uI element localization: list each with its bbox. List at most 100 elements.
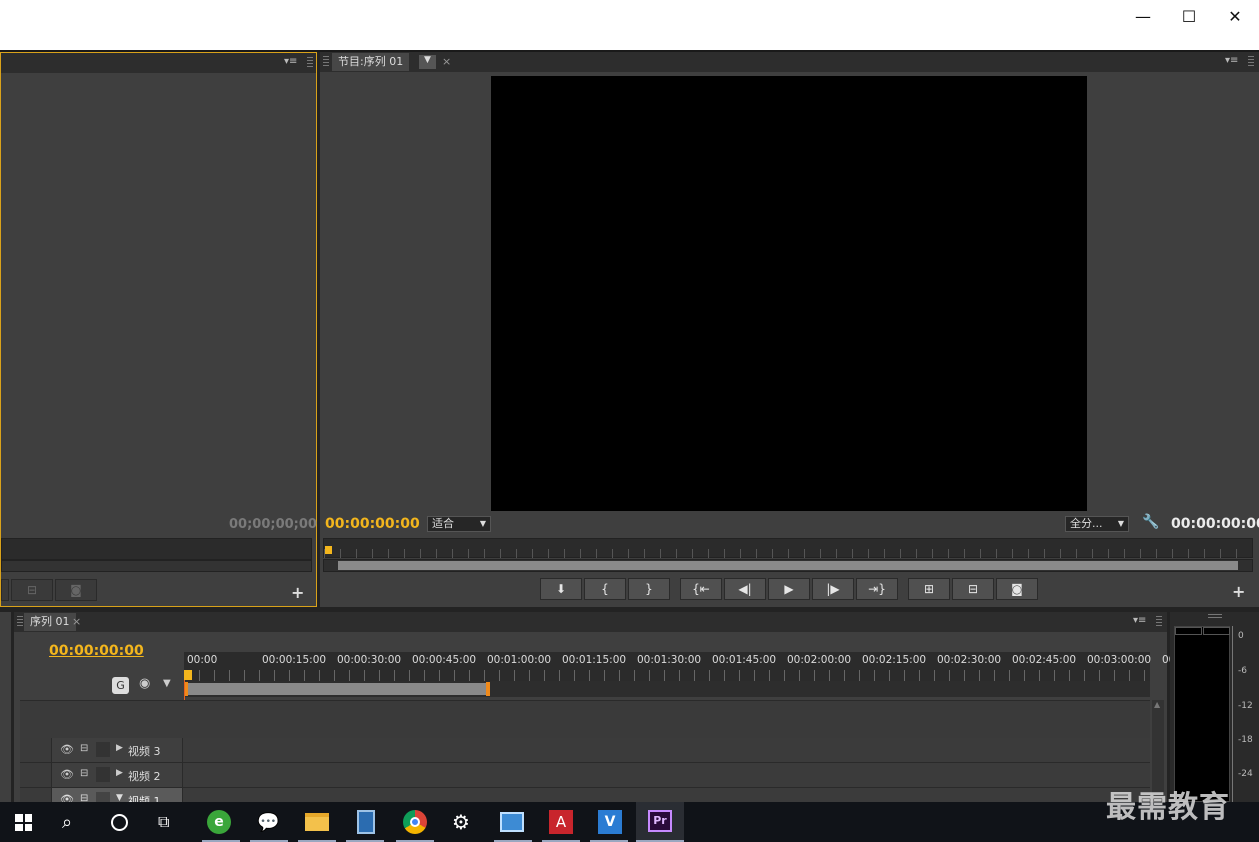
link-marker-icon[interactable]: ◉ — [139, 676, 150, 691]
track-content[interactable] — [182, 763, 1150, 787]
search-icon[interactable]: ⌕ — [62, 812, 72, 833]
add-marker-button[interactable]: ⬇ — [540, 578, 582, 600]
go-to-in-button[interactable]: {⇤ — [680, 578, 722, 600]
meter-scale-line — [1232, 626, 1233, 802]
panel-menu-icon[interactable]: ▾≡ — [284, 56, 297, 67]
source-overwrite-button[interactable]: ⊟ — [11, 579, 53, 601]
track-row: 👁 ⊟ ▶ 视频 2 — [20, 763, 1150, 788]
visio-icon[interactable]: V — [598, 810, 622, 834]
snap-icon[interactable]: G — [112, 677, 129, 694]
mark-out-button[interactable]: } — [628, 578, 670, 600]
eye-icon[interactable]: 👁 — [60, 768, 74, 781]
play-button[interactable]: ▶ — [768, 578, 810, 600]
track-lock-area[interactable] — [20, 738, 52, 762]
ruler-tick-label: 00:00 — [187, 654, 218, 666]
ruler-tick-label: 00:01:45:00 — [712, 654, 777, 666]
track-target-box[interactable] — [96, 767, 110, 782]
source-scrollbar[interactable] — [1, 560, 312, 572]
work-area-end-handle[interactable] — [486, 682, 490, 696]
playback-resolution-dropdown[interactable]: 全分... ▼ — [1065, 516, 1129, 532]
meter-peak-left[interactable] — [1175, 627, 1202, 635]
ruler-ticks — [324, 549, 1252, 558]
work-area-bar[interactable] — [184, 681, 1150, 697]
camera-icon[interactable]: ◙ — [55, 579, 97, 601]
program-zoom-scrollbar[interactable] — [323, 559, 1253, 572]
playhead-marker-icon[interactable] — [325, 546, 332, 554]
resolution-dropdown-value: 全分... — [1070, 517, 1103, 530]
extract-button[interactable]: ⊟ — [952, 578, 994, 600]
track-content[interactable] — [182, 738, 1150, 762]
control-panel-icon[interactable] — [500, 812, 524, 832]
meter-label: -6 — [1238, 666, 1247, 676]
work-area-range[interactable] — [184, 683, 488, 695]
lift-button[interactable]: ⊞ — [908, 578, 950, 600]
timeline-ruler[interactable]: 00:00 00:00:15:00 00:00:30:00 00:00:45:00 00… — [184, 652, 1186, 670]
source-time-ruler[interactable] — [1, 538, 312, 560]
task-view-icon[interactable]: ⧉ — [158, 812, 169, 832]
file-explorer-icon[interactable] — [305, 813, 329, 831]
close-icon[interactable]: × — [72, 615, 81, 628]
expand-triangle-icon[interactable]: ▶ — [116, 768, 123, 778]
meter-label: -18 — [1238, 735, 1253, 745]
playhead-marker-icon[interactable] — [184, 670, 192, 680]
fit-dropdown[interactable]: 适合 ▼ — [427, 516, 491, 532]
cortana-icon[interactable] — [111, 814, 128, 831]
tab-program-monitor[interactable]: 节目:序列 01 — [332, 53, 410, 71]
sync-lock-icon[interactable]: ⊟ — [80, 743, 88, 754]
program-add-button[interactable]: + — [1232, 582, 1245, 601]
maximize-button[interactable]: ☐ — [1166, 0, 1212, 32]
source-add-button[interactable]: + — [291, 583, 304, 602]
windows-start-icon[interactable] — [15, 814, 32, 831]
go-to-out-button[interactable]: ⇥} — [856, 578, 898, 600]
meter-label: -12 — [1238, 701, 1253, 711]
timeline-timecode[interactable]: 00:00:00:00 — [49, 643, 144, 659]
ruler-tick-label: 00:02:00:00 — [787, 654, 852, 666]
settings-icon[interactable]: ⚙ — [452, 810, 470, 834]
expand-triangle-icon[interactable]: ▶ — [116, 743, 123, 753]
calculator-icon[interactable] — [357, 810, 375, 834]
ruler-ticks — [184, 670, 1150, 681]
meter-peak-right[interactable] — [1203, 627, 1230, 635]
panel-gripper-icon[interactable] — [17, 616, 23, 628]
panel-gripper-icon[interactable] — [1248, 56, 1254, 68]
add-marker-icon[interactable]: ▼ — [163, 678, 171, 689]
panel-menu-icon[interactable]: ▾≡ — [1225, 55, 1238, 66]
ie-browser-icon[interactable]: e — [207, 810, 231, 834]
wrench-icon[interactable]: 🔧 — [1142, 514, 1159, 530]
step-forward-button[interactable]: |▶ — [812, 578, 854, 600]
eye-icon[interactable]: 👁 — [60, 743, 74, 756]
program-tab-bar: 节目:序列 01 ▼ × ▾≡ — [320, 52, 1259, 72]
sync-lock-icon[interactable]: ⊟ — [80, 768, 88, 779]
chevron-down-icon[interactable]: ▼ — [419, 55, 436, 69]
track-target-box[interactable] — [96, 742, 110, 757]
mark-in-button[interactable]: { — [584, 578, 626, 600]
step-back-button[interactable]: ◀| — [724, 578, 766, 600]
panel-gripper-icon[interactable] — [1208, 614, 1222, 618]
sequence-tab-label: 序列 01 — [30, 615, 70, 628]
scroll-up-icon[interactable]: ▲ — [1154, 700, 1160, 709]
program-monitor-panel: 节目:序列 01 ▼ × ▾≡ 00:00:00:00 适合 ▼ 全分... ▼… — [320, 52, 1259, 607]
timeline-panel: 序列 01 × ▾≡ 00:00:00:00 G ◉ ▼ 00:00 00:00:… — [14, 612, 1186, 813]
panel-menu-icon[interactable]: ▾≡ — [1133, 615, 1146, 626]
close-icon[interactable]: × — [442, 55, 451, 68]
taskbar-active-app[interactable]: Pr — [636, 802, 684, 842]
program-playhead-timecode[interactable]: 00:00:00:00 — [325, 516, 420, 532]
source-timecode: 00;00;00;00 — [229, 517, 317, 532]
source-button-partial[interactable] — [1, 579, 9, 601]
minimize-button[interactable]: — — [1120, 0, 1166, 32]
panel-gripper-icon[interactable] — [323, 56, 329, 68]
tab-sequence-01[interactable]: 序列 01 — [24, 613, 76, 631]
ruler-tick-label: 00:00:45:00 — [412, 654, 477, 666]
program-tab-label: 节目:序列 01 — [338, 55, 404, 68]
track-lock-area[interactable] — [20, 763, 52, 787]
zoom-scroll-thumb[interactable] — [338, 561, 1238, 570]
track-name: 视频 2 — [128, 770, 161, 783]
autocad-icon[interactable]: A — [549, 810, 573, 834]
panel-gripper-icon[interactable] — [1156, 616, 1162, 628]
program-time-ruler[interactable] — [323, 538, 1253, 558]
panel-gripper-icon[interactable] — [307, 57, 313, 69]
export-frame-camera-icon[interactable]: ◙ — [996, 578, 1038, 600]
wechat-icon[interactable]: 💬 — [257, 812, 279, 833]
chrome-icon[interactable] — [403, 810, 427, 834]
close-button[interactable]: ✕ — [1212, 0, 1258, 32]
